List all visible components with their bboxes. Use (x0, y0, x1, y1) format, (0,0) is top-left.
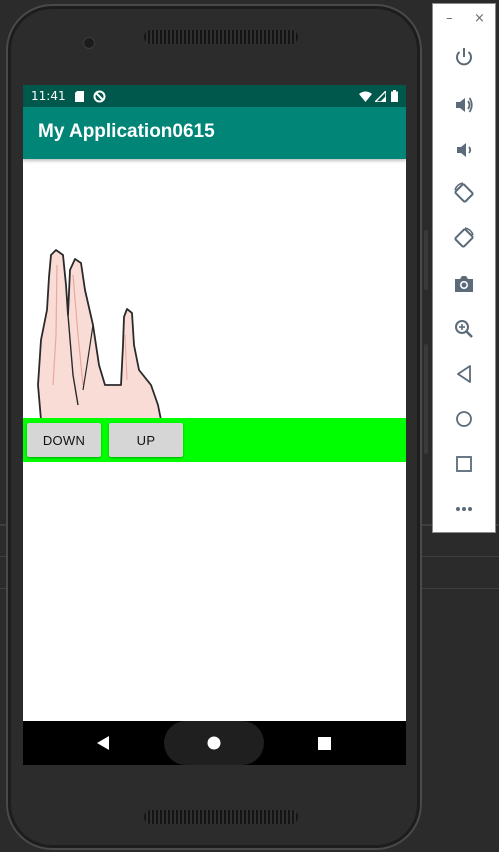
top-speaker-grille (144, 30, 298, 44)
phone-side-button (424, 230, 428, 290)
up-button[interactable]: UP (109, 423, 183, 457)
volume-up-icon[interactable] (449, 90, 479, 120)
status-time: 11:41 (31, 89, 66, 103)
signal-icon (375, 85, 386, 107)
close-button[interactable]: × (474, 12, 485, 26)
navigation-bar (23, 721, 406, 765)
back-icon[interactable] (89, 729, 117, 757)
sync-blocked-icon (93, 85, 106, 107)
camera-icon[interactable] (449, 269, 479, 299)
home-icon[interactable] (449, 404, 479, 434)
power-icon[interactable] (449, 42, 479, 72)
recents-icon[interactable] (310, 729, 338, 757)
phone-side-button (424, 344, 428, 454)
button-strip: DOWN UP (23, 418, 406, 462)
back-icon[interactable] (449, 359, 479, 389)
minimize-button[interactable]: – (446, 12, 453, 26)
rotate-right-icon[interactable] (449, 223, 479, 253)
emulator-toolbar: – × (432, 3, 496, 533)
wifi-icon (359, 85, 372, 107)
battery-icon (391, 85, 398, 107)
more-options-icon[interactable] (449, 494, 479, 524)
zoom-icon[interactable] (449, 314, 479, 344)
status-bar: 11:41 (23, 85, 406, 107)
home-icon[interactable] (200, 729, 228, 757)
bottom-speaker-grille (144, 810, 298, 824)
front-camera (84, 38, 94, 48)
overview-icon[interactable] (449, 449, 479, 479)
sd-card-icon (75, 85, 84, 107)
app-bar: My Application0615 (23, 107, 406, 159)
hand-image (37, 249, 162, 420)
device-screen: 11:41 My Application0615 DOWN UP (23, 85, 406, 765)
app-title: My Application0615 (38, 121, 215, 142)
down-button[interactable]: DOWN (27, 423, 101, 457)
rotate-left-icon[interactable] (449, 178, 479, 208)
volume-down-icon[interactable] (449, 135, 479, 165)
